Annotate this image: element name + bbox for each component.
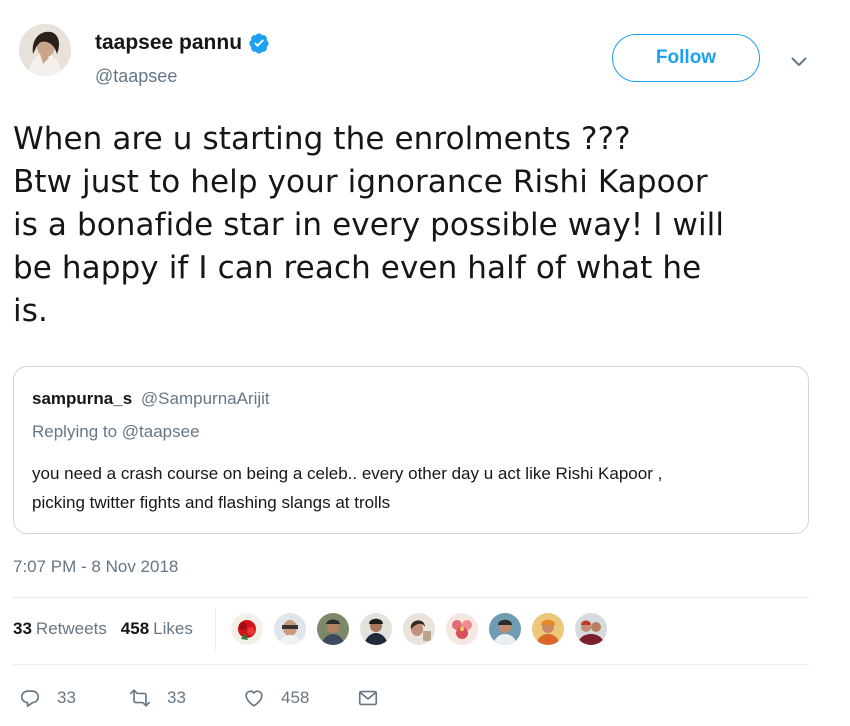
liker-avatar[interactable] xyxy=(272,612,307,646)
liker-avatar[interactable] xyxy=(358,612,393,646)
retweet-button[interactable]: 33 xyxy=(129,687,243,709)
retweet-count: 33 xyxy=(167,688,186,707)
tweet-text-line: is. xyxy=(13,293,48,329)
more-options-button[interactable] xyxy=(787,52,811,72)
tweet-text-line: be happy if I can reach even half of wha… xyxy=(13,250,702,286)
tweet-text-line: is a bonafide star in every possible way… xyxy=(13,207,725,243)
like-button[interactable]: 458 xyxy=(243,687,357,709)
liker-avatar[interactable] xyxy=(229,612,264,646)
follow-button[interactable]: Follow xyxy=(612,34,760,82)
tweet-timestamp[interactable]: 7:07 PM - 8 Nov 2018 xyxy=(13,557,178,577)
like-count: 458 xyxy=(281,688,310,707)
retweets-stat-label: Retweets xyxy=(35,619,107,638)
liker-avatar[interactable] xyxy=(530,612,565,646)
reply-count: 33 xyxy=(57,688,76,707)
liker-avatar[interactable] xyxy=(487,612,522,646)
quoted-author-name: sampurna_s xyxy=(32,389,133,408)
liker-avatar[interactable] xyxy=(444,612,479,646)
divider xyxy=(13,664,809,665)
quoted-text-line: picking twitter fights and flashing slan… xyxy=(32,493,391,512)
envelope-icon xyxy=(358,690,378,706)
tweet-text-line: When are u starting the enrolments ??? xyxy=(13,121,631,157)
liker-avatar[interactable] xyxy=(573,612,608,646)
quoted-author-handle: @SampurnaArijit xyxy=(140,389,270,408)
tweet-stats: 33 Retweets 458 Likes xyxy=(13,598,809,660)
author-name[interactable]: taapsee pannu xyxy=(95,31,270,55)
retweets-stat-count: 33 xyxy=(13,619,32,638)
liker-avatars xyxy=(229,612,617,646)
quoted-replying-to: Replying to @taapsee xyxy=(32,422,200,441)
likes-stat-label: Likes xyxy=(153,619,193,638)
author-avatar[interactable] xyxy=(19,24,71,76)
author-handle[interactable]: @taapsee xyxy=(95,66,177,87)
heart-icon xyxy=(245,690,263,707)
liker-avatar[interactable] xyxy=(315,612,350,646)
tweet-actions: 33 33 458 xyxy=(13,682,379,714)
liker-avatar[interactable] xyxy=(401,612,436,646)
quoted-text: you need a crash course on being a celeb… xyxy=(32,459,792,517)
retweets-stat[interactable]: 33 Retweets xyxy=(13,619,107,639)
verified-badge-icon xyxy=(248,32,270,54)
quoted-tweet[interactable]: sampurna_s @SampurnaArijit Replying to @… xyxy=(13,366,809,534)
tweet-text: When are u starting the enrolments ??? B… xyxy=(13,118,813,333)
tweet-card: taapsee pannu @taapsee Follow When are u… xyxy=(0,0,850,726)
chevron-down-icon xyxy=(791,57,807,66)
quoted-author: sampurna_s @SampurnaArijit xyxy=(32,389,270,409)
direct-message-button[interactable] xyxy=(357,687,379,709)
likes-stat[interactable]: 458 Likes xyxy=(121,619,193,639)
likes-stat-count: 458 xyxy=(120,619,150,638)
stats-separator xyxy=(214,608,216,650)
retweet-icon xyxy=(130,689,150,707)
quoted-text-line: you need a crash course on being a celeb… xyxy=(32,464,663,483)
reply-icon xyxy=(20,690,40,707)
reply-button[interactable]: 33 xyxy=(19,687,115,709)
tweet-text-line: Btw just to help your ignorance Rishi Ka… xyxy=(13,164,708,200)
author-display-name[interactable]: taapsee pannu xyxy=(95,31,242,55)
